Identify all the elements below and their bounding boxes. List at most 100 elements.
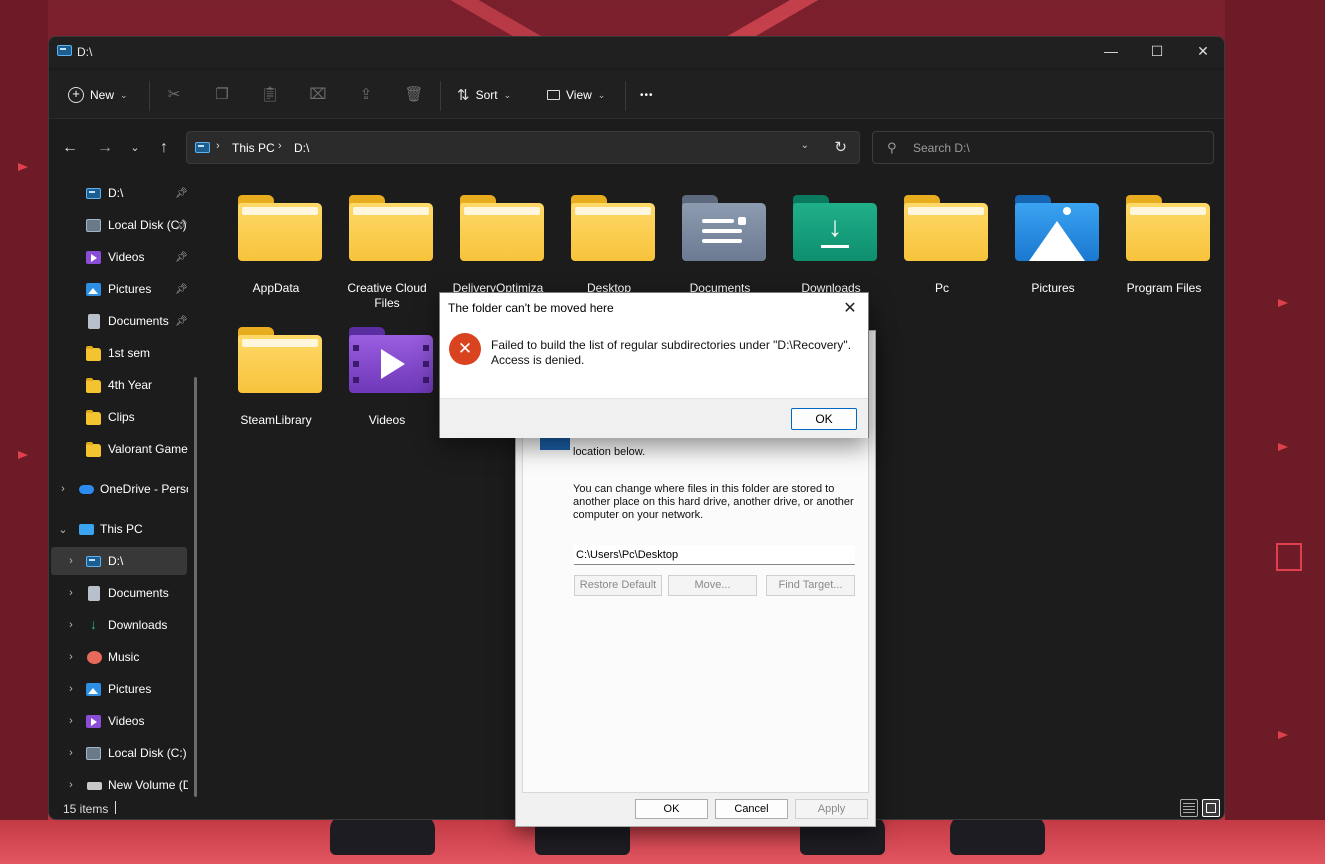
folder-tile[interactable]: Documents	[666, 175, 774, 305]
new-button[interactable]: + New ⌄	[68, 81, 128, 109]
sidebar-item-label: Downloads	[108, 618, 168, 632]
maximize-button[interactable]: ☐	[1134, 37, 1180, 67]
folder-name: Pictures	[1031, 281, 1075, 295]
folder-name: Pc	[934, 281, 949, 295]
rename-icon[interactable]: ⌧	[308, 85, 328, 105]
refresh-icon[interactable]: ↻	[834, 138, 847, 156]
chevron-right-icon[interactable]: ›	[65, 779, 77, 791]
sidebar-item-local-disk[interactable]: Local Disk (C:) 📌︎	[49, 211, 188, 239]
breadcrumb-chevron-icon: ›	[278, 140, 282, 152]
sidebar-item-1st-sem[interactable]: 1st sem	[49, 339, 188, 367]
folder-tile[interactable]: Videos	[333, 307, 441, 437]
sidebar-item-label: 4th Year	[108, 378, 153, 392]
back-arrow-icon[interactable]: ←	[58, 137, 82, 159]
chevron-right-icon[interactable]: ›	[65, 747, 77, 759]
sidebar-item-valorant-games[interactable]: Valorant Games	[49, 435, 188, 463]
pictures-folder-icon	[1015, 195, 1099, 261]
folder-name: Program Files	[1126, 281, 1202, 295]
view-button[interactable]: View ⌄	[547, 81, 605, 109]
large-icons-view-icon[interactable]	[1202, 799, 1220, 817]
downloads-icon: ↓	[90, 616, 97, 632]
sidebar-item-pictures[interactable]: Pictures 📌︎	[49, 275, 188, 303]
sidebar-item-pc-new-volume[interactable]: › New Volume (D:)	[49, 771, 188, 797]
sidebar-item-onedrive[interactable]: › OneDrive - Personal	[49, 475, 188, 503]
forward-arrow-icon[interactable]: →	[93, 137, 117, 159]
sidebar-item-pc-downloads[interactable]: › ↓ Downloads	[49, 611, 188, 639]
folder-tile[interactable]: SteamLibrary	[222, 307, 330, 437]
folder-icon	[460, 195, 544, 261]
ok-button[interactable]: OK	[635, 799, 708, 819]
sort-button[interactable]: ⇅ Sort ⌄	[457, 81, 511, 109]
sidebar-item-pc-pictures[interactable]: › Pictures	[49, 675, 188, 703]
status-divider	[115, 801, 116, 814]
address-dropdown-icon[interactable]: ⌄	[801, 140, 809, 151]
sidebar-item-pc-local-disk[interactable]: › Local Disk (C:)	[49, 739, 188, 767]
folder-tile[interactable]: Desktop	[555, 175, 663, 305]
folder-tile[interactable]: DeliveryOptimiza	[444, 175, 552, 305]
address-bar[interactable]: › This PC › D:\ ⌄ ↻	[186, 131, 860, 164]
chevron-right-icon[interactable]: ›	[65, 683, 77, 695]
sidebar-item-4th-year[interactable]: 4th Year	[49, 371, 188, 399]
folder-icon	[904, 195, 988, 261]
sidebar-item-clips[interactable]: Clips	[49, 403, 188, 431]
location-path-input[interactable]	[574, 545, 855, 565]
sidebar-item-pc-videos[interactable]: › Videos	[49, 707, 188, 735]
chevron-right-icon[interactable]: ›	[65, 619, 77, 631]
sidebar-item-pc-music[interactable]: › Music	[49, 643, 188, 671]
folder-tile[interactable]: Creative Cloud Files	[333, 175, 441, 310]
drive-icon	[86, 556, 101, 567]
search-box[interactable]: ⚲	[872, 131, 1214, 164]
minimize-button[interactable]: —	[1088, 37, 1134, 67]
sidebar-item-pc-d-drive[interactable]: › D:\	[51, 547, 187, 575]
sidebar-item-pc-documents[interactable]: › Documents	[49, 579, 188, 607]
downloads-folder-icon: ↓	[793, 195, 877, 261]
delete-icon[interactable]: 🗑︎	[404, 85, 424, 105]
cancel-button[interactable]: Cancel	[715, 799, 788, 819]
location-intro-text: location below.	[573, 446, 646, 458]
ok-button[interactable]: OK	[791, 408, 857, 430]
breadcrumb-d-drive[interactable]: D:\	[294, 141, 309, 155]
chevron-down-icon: ⌄	[503, 89, 512, 100]
folder-tile[interactable]: Program Files	[1110, 175, 1218, 305]
sidebar-item-videos[interactable]: Videos 📌︎	[49, 243, 188, 271]
restore-default-button[interactable]: Restore Default	[574, 575, 662, 596]
find-target-button[interactable]: Find Target...	[766, 575, 855, 596]
sidebar-item-label: Local Disk (C:)	[108, 746, 187, 760]
folder-tile[interactable]: Pc	[888, 175, 996, 305]
paste-icon[interactable]: 📋︎	[260, 85, 280, 105]
sidebar-item-label: This PC	[100, 522, 143, 536]
copy-icon[interactable]: ❐	[212, 85, 232, 105]
share-icon[interactable]: ⇪	[356, 85, 376, 105]
chevron-right-icon[interactable]: ›	[65, 555, 77, 567]
apply-button[interactable]: Apply	[795, 799, 868, 819]
folder-tile[interactable]: Pictures	[999, 175, 1107, 305]
folder-tile[interactable]: ↓ Downloads	[777, 175, 885, 305]
chevron-right-icon[interactable]: ›	[65, 651, 77, 663]
recent-locations-chevron-icon[interactable]: ⌄	[123, 137, 147, 159]
up-arrow-icon[interactable]: ↑	[152, 137, 176, 159]
sidebar-item-d-drive[interactable]: D:\ 📌︎	[49, 179, 188, 207]
chevron-right-icon[interactable]: ›	[57, 483, 69, 495]
chevron-right-icon[interactable]: ›	[65, 715, 77, 727]
folder-tile[interactable]: AppData	[222, 175, 330, 305]
more-options-button[interactable]: •••	[640, 81, 654, 109]
drive-icon	[57, 45, 72, 56]
breadcrumb-this-pc[interactable]: This PC	[232, 141, 275, 155]
search-input[interactable]	[913, 139, 1203, 157]
close-button[interactable]: ✕	[1180, 37, 1224, 67]
drive-icon	[86, 188, 101, 199]
move-button[interactable]: Move...	[668, 575, 757, 596]
chevron-right-icon[interactable]: ›	[65, 587, 77, 599]
pin-icon: 📌︎	[175, 283, 188, 295]
chevron-down-icon[interactable]: ⌄	[57, 523, 69, 536]
folder-name: SteamLibrary	[240, 413, 312, 427]
sidebar-item-this-pc[interactable]: ⌄ This PC	[49, 515, 188, 543]
sidebar-scrollbar[interactable]	[194, 377, 197, 797]
cut-icon[interactable]: ✂	[164, 85, 184, 105]
videos-folder-icon	[349, 327, 433, 393]
details-view-icon[interactable]	[1180, 799, 1198, 817]
navigation-pane: D:\ 📌︎ Local Disk (C:) 📌︎ Videos 📌︎ Pict…	[49, 175, 199, 797]
sidebar-item-documents[interactable]: Documents 📌︎	[49, 307, 188, 335]
close-icon[interactable]: ✕	[840, 298, 860, 318]
folder-icon	[1126, 195, 1210, 261]
